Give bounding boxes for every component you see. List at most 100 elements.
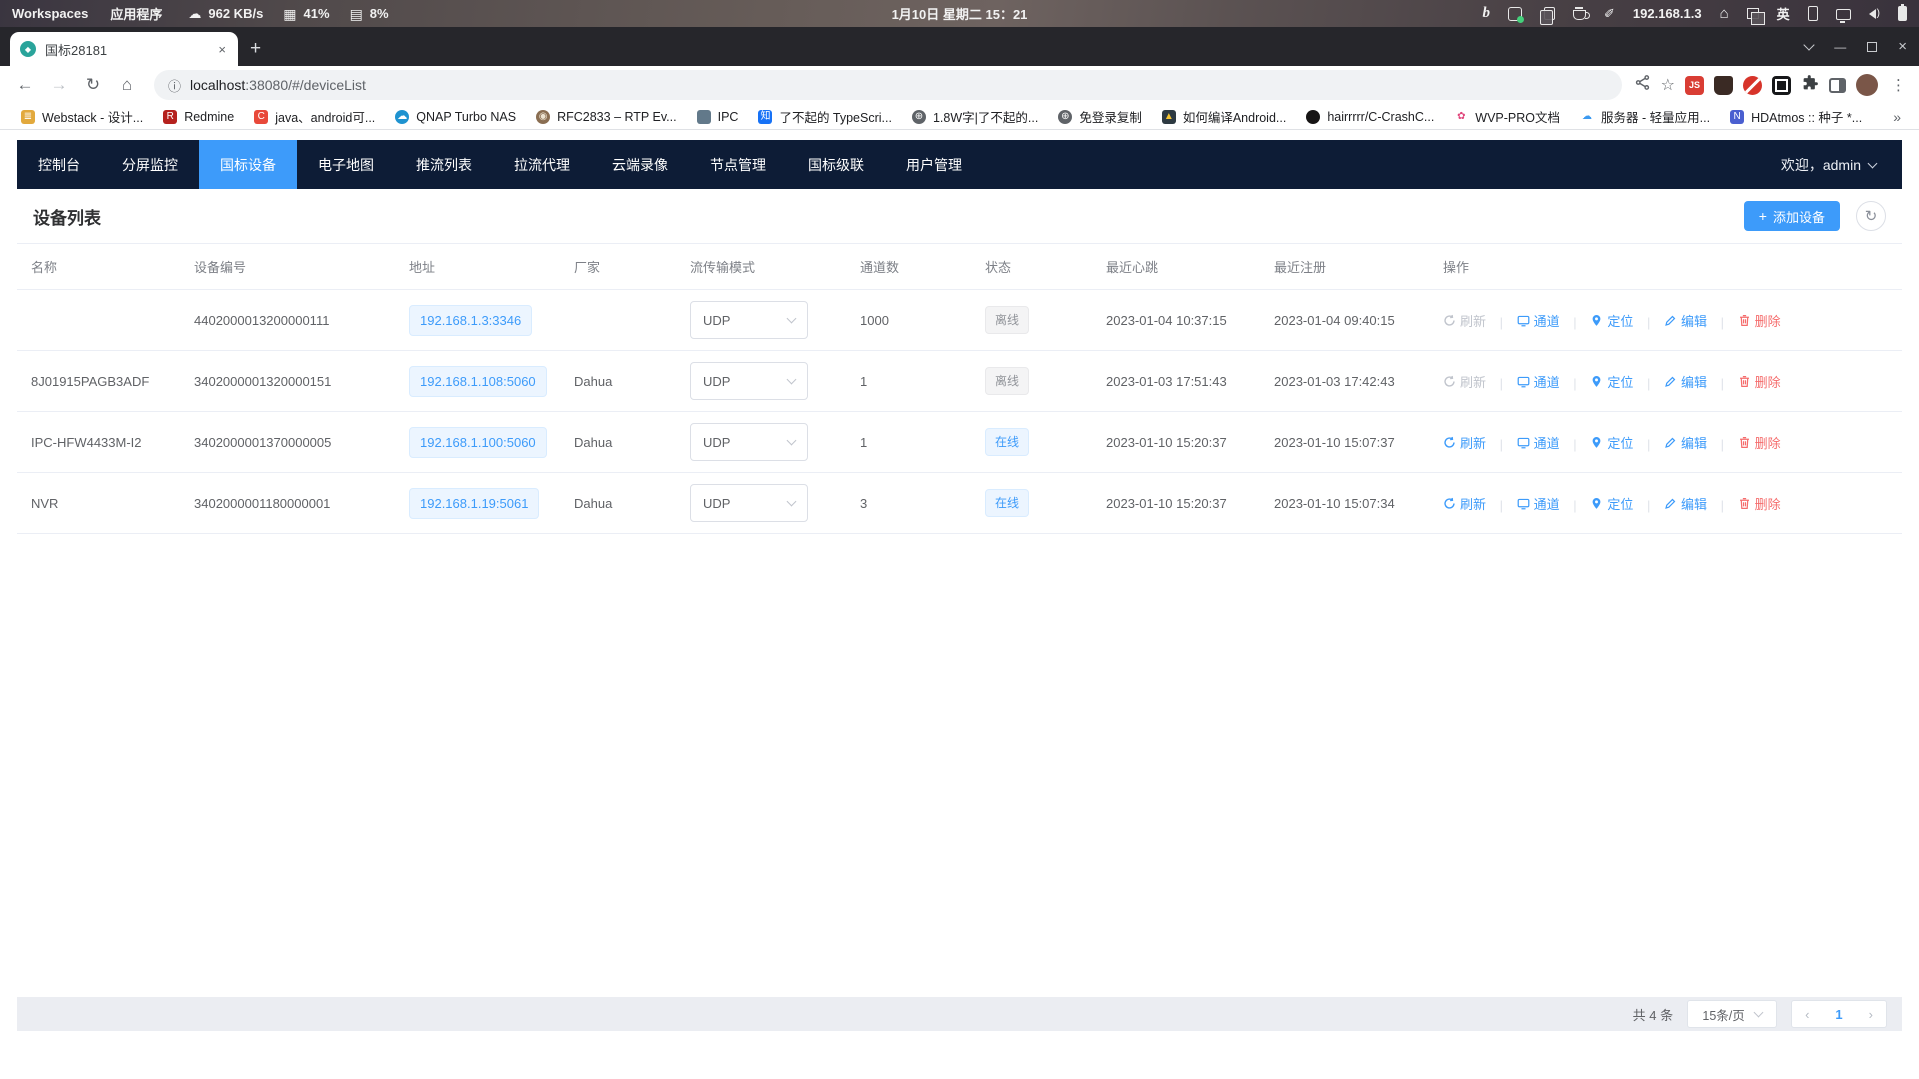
input-method-indicator[interactable]: 英 (1777, 4, 1790, 23)
display-icon[interactable] (1836, 9, 1851, 20)
nav-item-7[interactable]: 节点管理 (689, 140, 787, 189)
bookmark-star-icon[interactable]: ☆ (1661, 75, 1675, 95)
user-menu[interactable]: 欢迎，admin (1781, 155, 1902, 175)
nav-item-4[interactable]: 推流列表 (395, 140, 493, 189)
window-restore-button[interactable] (1867, 42, 1877, 52)
channel-action[interactable]: 通道 (1517, 311, 1560, 330)
bookmark-item[interactable]: ▲如何编译Android... (1153, 104, 1296, 129)
bookmark-item[interactable]: ≣Webstack - 设计... (12, 104, 152, 129)
edit-action[interactable]: 编辑 (1664, 494, 1707, 513)
site-info-icon[interactable]: ⓘ (168, 76, 181, 95)
bookmark-item[interactable]: 知了不起的 TypeScri... (749, 104, 901, 129)
delete-action[interactable]: 删除 (1738, 433, 1781, 452)
nav-item-0[interactable]: 控制台 (17, 140, 101, 189)
home-tray-icon[interactable]: ⌂ (1720, 5, 1729, 22)
volume-icon[interactable]: ) (1869, 8, 1880, 19)
phone-link-icon[interactable] (1808, 6, 1818, 21)
edit-action[interactable]: 编辑 (1664, 433, 1707, 452)
bookmark-item[interactable]: ✿WVP-PRO文档 (1445, 104, 1569, 129)
workspaces-button[interactable]: Workspaces (12, 6, 88, 21)
bookmark-item[interactable]: ⊕1.8W字|了不起的... (903, 104, 1047, 129)
add-device-button[interactable]: + 添加设备 (1744, 201, 1840, 231)
browser-tab[interactable]: ◆ 国标28181 × (10, 32, 238, 66)
bookmark-item[interactable]: IPC (688, 107, 748, 127)
bookmark-item[interactable]: hairrrrr/C-CrashC... (1297, 107, 1443, 127)
stream-mode-select[interactable]: UDP (690, 484, 808, 522)
share-icon[interactable] (1634, 74, 1651, 96)
bookmark-item[interactable]: RRedmine (154, 107, 243, 127)
clock[interactable]: 1月10日 星期二 15：21 (892, 4, 1028, 23)
screenshot-tool-icon[interactable] (1508, 7, 1522, 21)
delete-action[interactable]: 删除 (1738, 494, 1781, 513)
address-bar[interactable]: ⓘ localhost:38080/#/deviceList (154, 70, 1622, 100)
clipboard-icon[interactable] (1544, 7, 1555, 20)
channel-action[interactable]: 通道 (1517, 494, 1560, 513)
bookmarks-overflow-chevron-icon[interactable]: » (1887, 109, 1907, 125)
locate-action[interactable]: 定位 (1590, 311, 1633, 330)
forward-button[interactable]: → (44, 70, 74, 100)
tab-close-icon[interactable]: × (216, 42, 228, 57)
device-name: IPC-HFW4433M-I2 (31, 435, 142, 450)
edit-action[interactable]: 编辑 (1664, 311, 1707, 330)
bookmark-item[interactable]: Cjava、android可... (245, 104, 384, 129)
bookmark-item[interactable]: ◉RFC2833 – RTP Ev... (527, 107, 686, 127)
applications-button[interactable]: 应用程序 (110, 4, 162, 23)
nav-item-5[interactable]: 拉流代理 (493, 140, 591, 189)
window-menu-chevron-icon[interactable] (1804, 39, 1815, 50)
nav-item-2[interactable]: 国标设备 (199, 140, 297, 189)
column-header: 最近心跳 (1092, 244, 1260, 290)
extension-dark-icon[interactable] (1714, 76, 1733, 95)
extensions-puzzle-icon[interactable] (1801, 74, 1819, 97)
refresh-action[interactable]: 刷新 (1443, 311, 1486, 330)
window-switcher-icon[interactable] (1747, 8, 1759, 19)
nav-item-6[interactable]: 云端录像 (591, 140, 689, 189)
locate-action[interactable]: 定位 (1590, 433, 1633, 452)
stream-mode-select[interactable]: UDP (690, 362, 808, 400)
bookmark-item[interactable]: NHDAtmos :: 种子 *... (1721, 104, 1871, 129)
back-button[interactable]: ← (10, 70, 40, 100)
nav-item-1[interactable]: 分屏监控 (101, 140, 199, 189)
nav-item-8[interactable]: 国标级联 (787, 140, 885, 189)
column-header: 设备编号 (180, 244, 395, 290)
bookmark-item[interactable]: ⊕免登录复制 (1049, 104, 1151, 129)
stream-mode-select[interactable]: UDP (690, 301, 808, 339)
browser-menu-icon[interactable]: ⋮ (1888, 76, 1909, 94)
bookmark-item[interactable]: ☁服务器 - 轻量应用... (1571, 104, 1719, 129)
refresh-list-button[interactable]: ↻ (1856, 201, 1886, 231)
channel-action[interactable]: 通道 (1517, 433, 1560, 452)
refresh-action[interactable]: 刷新 (1443, 433, 1486, 452)
color-picker-icon[interactable]: ✐ (1604, 6, 1615, 22)
extension-blocker-icon[interactable] (1743, 76, 1762, 95)
ip-address-indicator[interactable]: 192.168.1.3 (1633, 6, 1702, 21)
next-page-button[interactable]: › (1856, 1007, 1886, 1022)
network-speed: 962 KB/s (208, 6, 263, 21)
caffeine-icon[interactable] (1573, 10, 1586, 20)
reload-button[interactable]: ↻ (78, 70, 108, 100)
extension-frame-icon[interactable] (1772, 76, 1791, 95)
window-minimize-button[interactable]: — (1834, 40, 1846, 54)
edit-action[interactable]: 编辑 (1664, 372, 1707, 391)
delete-action[interactable]: 删除 (1738, 311, 1781, 330)
page-size-select[interactable]: 15条/页 (1687, 1000, 1777, 1028)
stream-mode-select[interactable]: UDP (690, 423, 808, 461)
nav-item-9[interactable]: 用户管理 (885, 140, 983, 189)
window-close-button[interactable]: × (1898, 38, 1907, 55)
bookmark-label: 了不起的 TypeScri... (779, 107, 892, 126)
bookmark-item[interactable]: ☁QNAP Turbo NAS (386, 107, 525, 127)
channel-action[interactable]: 通道 (1517, 372, 1560, 391)
prev-page-button[interactable]: ‹ (1792, 1007, 1822, 1022)
refresh-action[interactable]: 刷新 (1443, 494, 1486, 513)
chevron-down-icon (1753, 1008, 1763, 1018)
side-panel-icon[interactable] (1829, 78, 1846, 93)
nav-item-3[interactable]: 电子地图 (297, 140, 395, 189)
new-tab-button[interactable]: + (250, 38, 261, 60)
locate-action[interactable]: 定位 (1590, 372, 1633, 391)
bing-tray-icon[interactable]: b (1482, 5, 1490, 22)
current-page-button[interactable]: 1 (1822, 1007, 1855, 1022)
delete-action[interactable]: 删除 (1738, 372, 1781, 391)
locate-action[interactable]: 定位 (1590, 494, 1633, 513)
refresh-action[interactable]: 刷新 (1443, 372, 1486, 391)
home-button[interactable]: ⌂ (112, 70, 142, 100)
profile-avatar[interactable] (1856, 74, 1878, 96)
extension-js-icon[interactable]: JS (1685, 76, 1704, 95)
